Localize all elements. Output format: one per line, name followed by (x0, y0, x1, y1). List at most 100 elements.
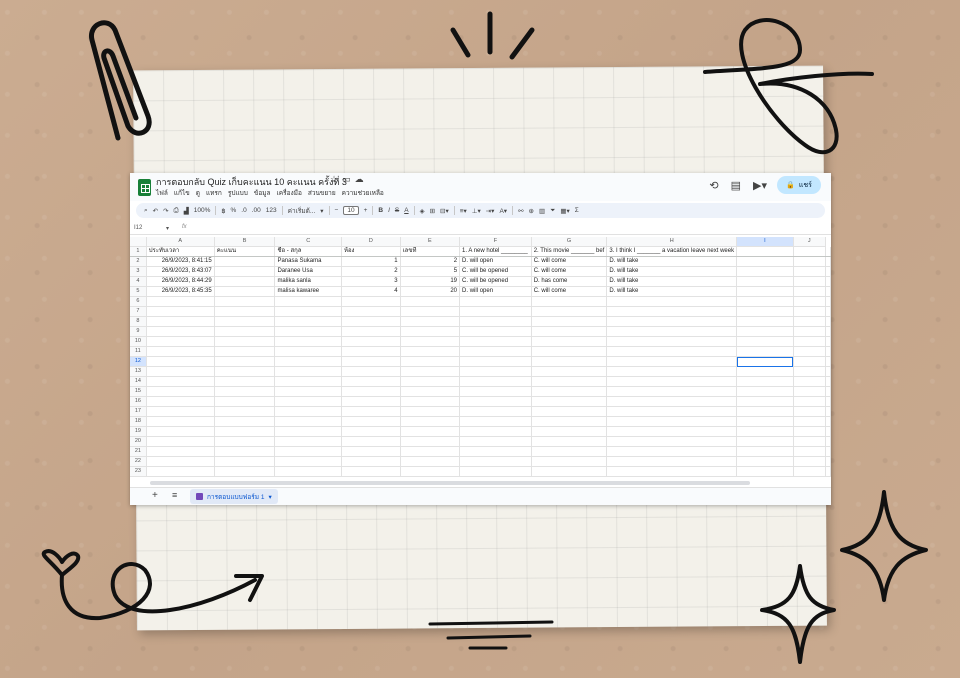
cell[interactable] (214, 356, 276, 368)
cell[interactable] (793, 326, 827, 338)
cell[interactable] (606, 346, 738, 358)
cell[interactable]: 2 (341, 266, 401, 278)
cell[interactable] (531, 316, 608, 328)
cell[interactable] (459, 336, 532, 348)
cell[interactable] (341, 456, 401, 468)
cell[interactable] (214, 426, 276, 438)
cell[interactable] (606, 456, 738, 468)
cell[interactable] (736, 326, 794, 338)
cell[interactable] (825, 466, 831, 478)
cell[interactable] (736, 466, 794, 478)
add-sheet-icon[interactable]: + (152, 490, 158, 501)
cell[interactable] (531, 406, 608, 418)
cell[interactable] (459, 386, 532, 398)
cell[interactable] (274, 426, 342, 438)
cell[interactable] (341, 446, 401, 458)
cell[interactable] (214, 406, 276, 418)
sheets-logo-icon[interactable] (138, 179, 151, 196)
cell[interactable] (736, 446, 794, 458)
cell[interactable] (341, 436, 401, 448)
cell[interactable] (146, 296, 215, 308)
cell[interactable] (793, 446, 827, 458)
cell[interactable] (400, 466, 461, 478)
cell[interactable]: 26/9/2023, 8:43:07 (146, 266, 215, 278)
cell[interactable] (736, 366, 794, 378)
cell[interactable] (736, 416, 794, 428)
row-header[interactable]: 11 (130, 346, 147, 358)
cell[interactable] (736, 386, 794, 398)
sheet-tab[interactable]: การตอบแบบฟอร์ม 1 ▾ (190, 489, 278, 504)
cell[interactable] (825, 356, 831, 368)
vertical-align-icon[interactable]: ⊥▾ (472, 207, 481, 215)
increase-font-size-icon[interactable]: + (364, 207, 368, 214)
cell[interactable] (146, 466, 215, 478)
cell[interactable] (459, 406, 532, 418)
row-header[interactable]: 20 (130, 436, 147, 448)
cell[interactable]: 5 (400, 266, 461, 278)
cell[interactable] (214, 466, 276, 478)
cell[interactable] (400, 356, 461, 368)
meet-icon[interactable]: ▶▾ (753, 179, 767, 192)
cell[interactable]: Daranee Usa (274, 266, 342, 278)
cell[interactable] (793, 306, 827, 318)
cell[interactable] (531, 466, 608, 478)
cell[interactable] (274, 386, 342, 398)
cell[interactable] (825, 296, 831, 308)
cell[interactable] (274, 326, 342, 338)
history-icon[interactable]: ⟲ (709, 179, 718, 192)
cell[interactable] (825, 256, 831, 268)
cell[interactable] (214, 366, 276, 378)
cell[interactable] (531, 446, 608, 458)
cell[interactable] (793, 436, 827, 448)
cell[interactable] (400, 406, 461, 418)
cell[interactable]: 2 (400, 256, 461, 268)
cell[interactable] (531, 416, 608, 428)
cell[interactable] (793, 346, 827, 358)
cell[interactable] (274, 436, 342, 448)
cell[interactable] (606, 446, 738, 458)
cell[interactable] (793, 366, 827, 378)
cell[interactable] (825, 406, 831, 418)
cell[interactable] (146, 426, 215, 438)
cell[interactable]: 26/9/2023, 8:41:15 (146, 256, 215, 268)
row-header[interactable]: 7 (130, 306, 147, 318)
cell[interactable]: D. will open (459, 256, 532, 268)
cell[interactable] (825, 286, 831, 298)
menu-insert[interactable]: แทรก (206, 188, 222, 198)
cell[interactable] (400, 456, 461, 468)
cell[interactable]: malika sanla (274, 276, 342, 288)
cell[interactable] (400, 446, 461, 458)
cell[interactable] (531, 296, 608, 308)
cell[interactable] (459, 316, 532, 328)
cell[interactable] (214, 296, 276, 308)
cell[interactable] (736, 426, 794, 438)
cell[interactable] (400, 326, 461, 338)
cell[interactable] (459, 306, 532, 318)
select-all-corner[interactable] (130, 237, 147, 248)
cell[interactable] (736, 246, 794, 258)
cell[interactable] (146, 316, 215, 328)
cell[interactable] (274, 346, 342, 358)
cell[interactable] (274, 406, 342, 418)
cell[interactable] (341, 346, 401, 358)
cell[interactable] (274, 376, 342, 388)
cell[interactable]: D. will take (606, 286, 738, 298)
cell[interactable] (341, 376, 401, 388)
cell[interactable] (146, 386, 215, 398)
fill-color-icon[interactable]: ◈ (420, 207, 425, 215)
cell[interactable] (146, 416, 215, 428)
cell[interactable] (341, 336, 401, 348)
cell[interactable] (146, 336, 215, 348)
cell[interactable]: 3 (341, 276, 401, 288)
cell[interactable] (274, 366, 342, 378)
cell[interactable] (531, 356, 608, 368)
column-header[interactable]: J (793, 237, 827, 248)
row-header[interactable]: 23 (130, 466, 147, 478)
cell[interactable] (793, 416, 827, 428)
cell[interactable] (274, 356, 342, 368)
cell[interactable] (400, 366, 461, 378)
column-header[interactable]: I (736, 237, 794, 248)
cell[interactable] (736, 316, 794, 328)
cell[interactable] (606, 406, 738, 418)
cell[interactable] (793, 316, 827, 328)
